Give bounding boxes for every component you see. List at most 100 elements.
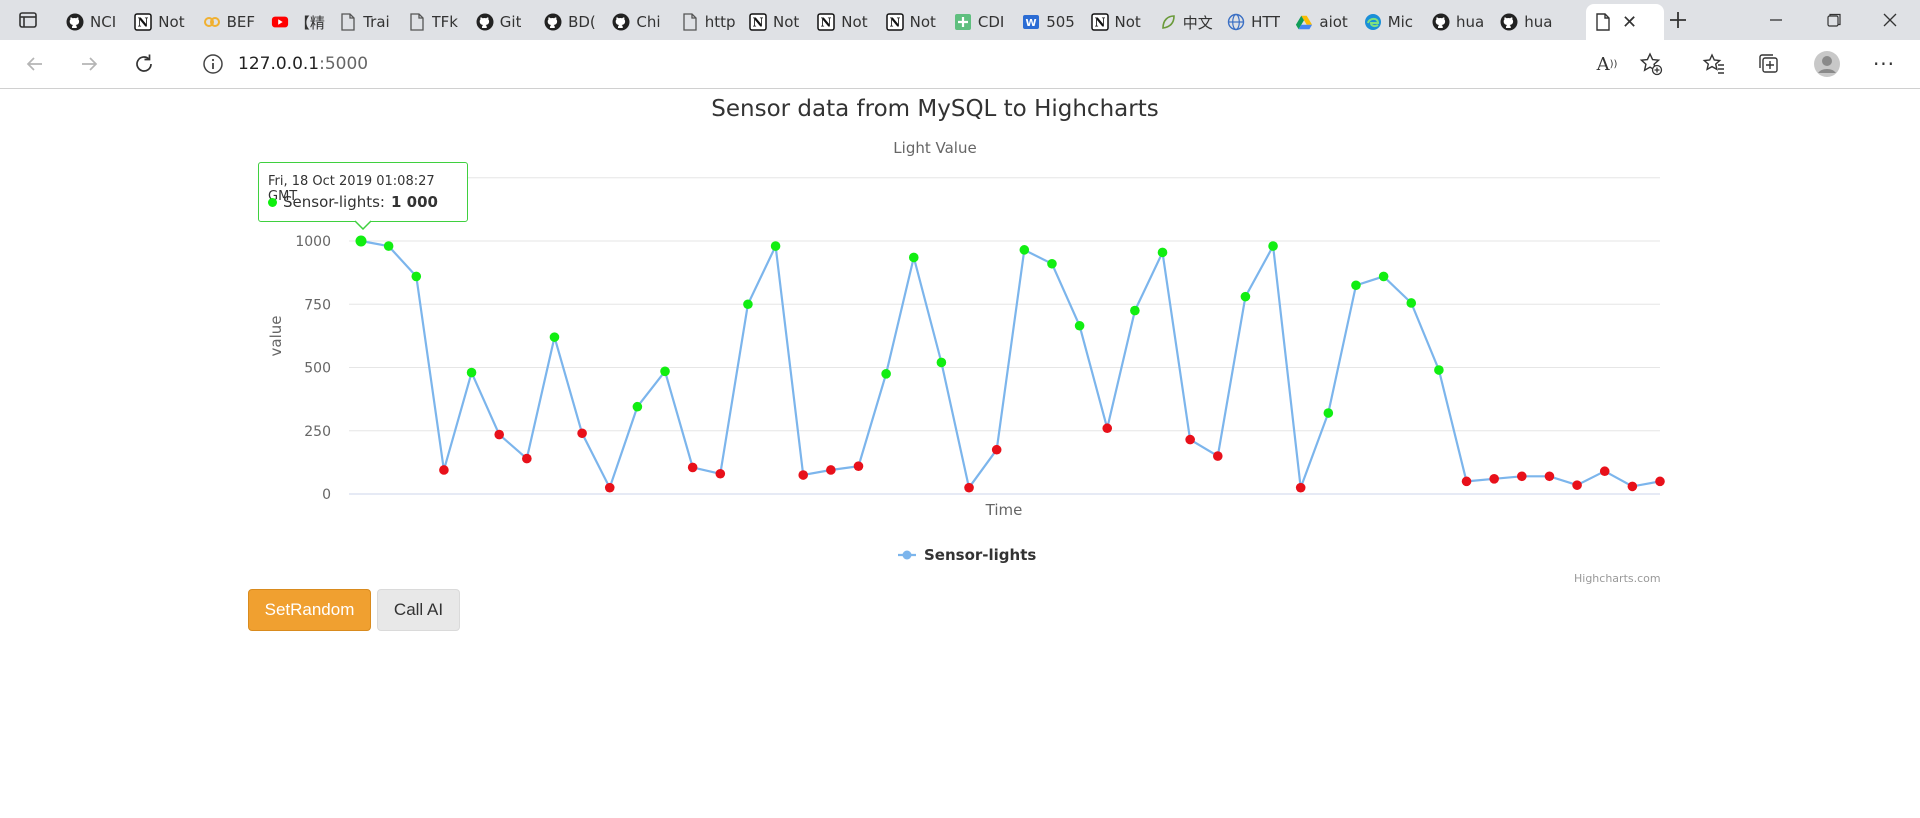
data-point[interactable] [991,444,1002,455]
url-text[interactable]: 127.0.0.1:5000 [238,54,368,74]
data-point[interactable] [770,241,781,251]
tab-10[interactable]: http [681,4,739,40]
forward-button[interactable] [71,46,107,82]
tab-13[interactable]: N Not [885,4,944,40]
data-point[interactable] [1240,291,1251,302]
info-icon[interactable] [202,53,224,75]
call-ai-button[interactable]: Call AI [377,589,460,631]
data-point[interactable] [1461,476,1472,487]
data-point[interactable] [936,357,947,368]
refresh-button[interactable] [126,46,162,82]
data-point[interactable] [1074,320,1085,331]
data-point[interactable] [577,428,587,439]
data-point[interactable] [383,241,394,251]
legend[interactable]: Sensor-lights [898,546,1036,564]
data-point[interactable] [964,482,974,493]
data-point[interactable] [1627,481,1638,492]
data-point[interactable] [1019,245,1030,255]
data-point[interactable] [1157,247,1168,258]
data-point[interactable] [632,401,643,412]
data-point[interactable] [1351,280,1361,291]
data-point[interactable] [1295,482,1306,493]
new-tab-button[interactable] [1650,0,1706,40]
tab-5[interactable]: Trai [339,4,397,40]
tab-18[interactable]: HTT [1227,4,1285,40]
tab-22[interactable]: hua [1500,4,1558,40]
tab-12[interactable]: N Not [817,4,875,40]
data-point[interactable] [853,461,864,471]
data-point[interactable] [411,271,422,282]
data-point[interactable] [1434,365,1444,375]
data-point[interactable] [1185,434,1195,445]
data-point[interactable] [660,366,670,377]
data-point[interactable] [1130,305,1140,316]
tab-2[interactable]: N Not [134,4,192,40]
tab-19[interactable]: aiot [1295,4,1353,40]
read-aloud-icon[interactable]: A)) [1589,46,1625,82]
y-tick-label: 1000 [295,234,331,250]
data-point[interactable] [466,367,477,378]
data-point[interactable] [1599,466,1610,477]
tab-17[interactable]: 中文 [1159,4,1217,40]
data-point[interactable] [1489,474,1499,484]
data-point[interactable] [687,462,698,473]
data-point[interactable] [1268,241,1278,251]
data-point[interactable] [1323,408,1334,418]
data-point[interactable] [1406,298,1417,308]
close-window-button[interactable] [1862,0,1918,40]
notion-icon: N [1090,13,1109,31]
tab-16[interactable]: N Not [1090,4,1149,40]
data-point[interactable] [1212,451,1223,461]
tab-7[interactable]: Git [476,4,534,40]
tab-strip: NCI N Not BEF 【精 Trai TFk Git BD( Chi http N Not N Not… [0,0,1920,40]
profile-avatar[interactable] [1809,46,1845,82]
more-menu-icon[interactable]: ··· [1866,46,1902,82]
tab-label: Chi [636,13,661,31]
tab-15[interactable]: W 505 [1022,4,1080,40]
minimize-button[interactable] [1748,0,1804,40]
data-point[interactable] [355,235,367,247]
tab-20[interactable]: Mic [1364,4,1422,40]
favorites-icon[interactable] [1696,46,1732,82]
data-point[interactable] [826,465,836,475]
data-point[interactable] [908,252,919,263]
data-point[interactable] [494,429,504,440]
tab-9[interactable]: Chi [612,4,670,40]
data-point[interactable] [522,453,532,464]
y-tick-label: 750 [304,297,331,313]
data-point[interactable] [798,470,809,480]
close-tab-icon[interactable]: ✕ [1622,12,1637,33]
tab-4[interactable]: 【精 [271,4,329,40]
tab-3[interactable]: BEF [203,4,261,40]
data-point[interactable] [1047,258,1057,269]
data-point[interactable] [1572,480,1582,490]
highcharts-credits[interactable]: Highcharts.com [1574,572,1661,585]
data-point[interactable] [1102,423,1113,434]
workspaces-icon[interactable] [18,10,38,30]
set-random-button[interactable]: SetRandom [248,589,371,631]
data-point[interactable] [549,332,560,342]
data-point[interactable] [881,369,891,379]
data-point[interactable] [439,465,449,475]
data-point[interactable] [743,299,753,310]
tab-14[interactable]: CDI [954,4,1012,40]
data-point[interactable] [1517,471,1527,482]
tab-1[interactable]: NCI [66,4,124,40]
restore-button[interactable] [1806,0,1862,40]
back-button[interactable] [17,46,53,82]
data-point[interactable] [1378,271,1389,282]
data-point[interactable] [604,482,615,493]
data-point[interactable] [715,468,726,479]
add-favorite-icon[interactable] [1633,46,1669,82]
tab-label: Git [499,13,522,31]
data-point[interactable] [1655,476,1665,487]
collections-icon[interactable] [1751,46,1787,82]
tab-11[interactable]: N Not [749,4,807,40]
legend-label[interactable]: Sensor-lights [924,546,1036,564]
data-point[interactable] [1544,471,1555,482]
address-bar[interactable]: 127.0.0.1:5000 [180,46,1680,82]
tab-8[interactable]: BD( [544,4,602,40]
notion-icon: N [885,13,904,31]
tab-6[interactable]: TFk [408,4,466,40]
tab-21[interactable]: hua [1432,4,1490,40]
